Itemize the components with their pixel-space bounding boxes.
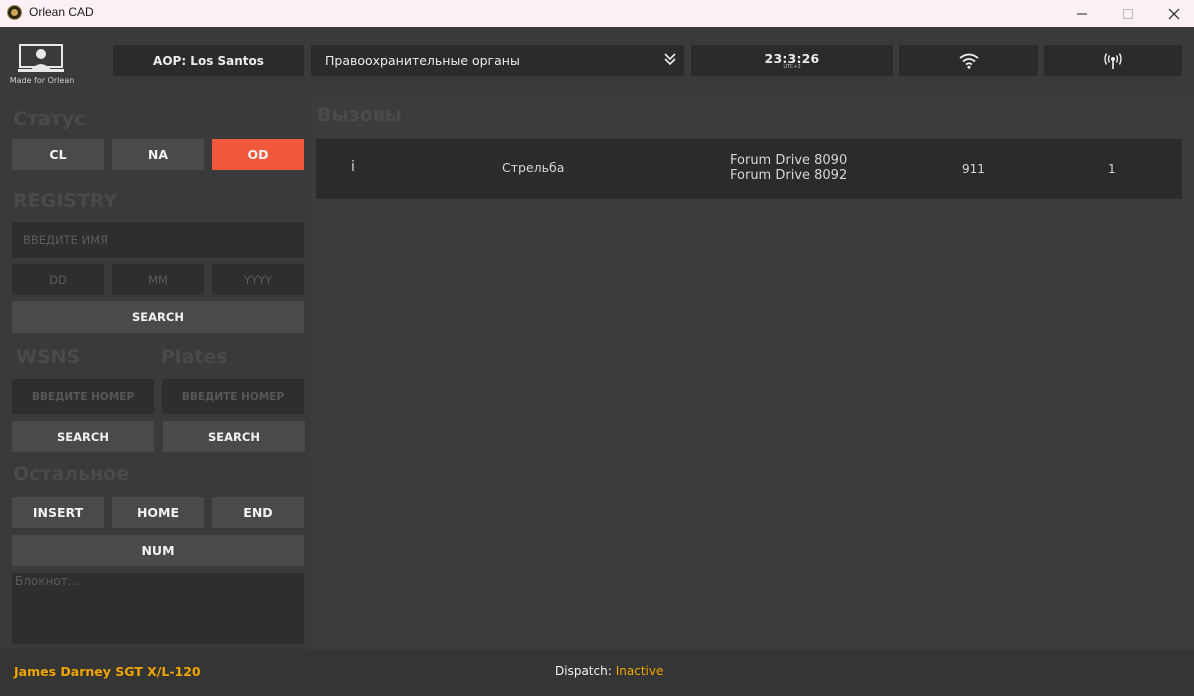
- wsns-title: WSNS: [16, 346, 81, 368]
- call-address-1: Forum Drive 8090: [730, 153, 848, 168]
- close-icon: [1168, 8, 1180, 19]
- plates-number-input[interactable]: ВВЕДИТЕ НОМЕР: [162, 379, 304, 414]
- window-titlebar: Orlean CAD: [0, 0, 1194, 27]
- call-info-icon[interactable]: i: [351, 159, 355, 175]
- num-key-button[interactable]: NUM: [12, 535, 304, 566]
- department-label: Правоохранительные органы: [325, 53, 520, 68]
- call-type: Стрельба: [502, 160, 565, 175]
- insert-key-button[interactable]: INSERT: [12, 497, 104, 528]
- app-logo-icon: [7, 5, 22, 20]
- notepad-textarea[interactable]: Блокнот...: [12, 573, 304, 644]
- clock-display: 23:3:26 UTC+3: [691, 45, 893, 76]
- dispatch-label: Dispatch:: [555, 664, 612, 678]
- window-title: Orlean CAD: [29, 5, 94, 19]
- aop-display: AOP: Los Santos: [113, 45, 304, 76]
- name-input[interactable]: ВВЕДИТЕ ИМЯ: [12, 222, 304, 258]
- minimize-button[interactable]: [1059, 0, 1105, 27]
- radio-tower-icon: [1104, 52, 1122, 69]
- clock-timezone: UTC+3: [783, 64, 801, 70]
- plates-search-button[interactable]: SEARCH: [163, 421, 305, 452]
- registry-title: REGISTRY: [13, 190, 118, 212]
- wsns-search-button[interactable]: SEARCH: [12, 421, 154, 452]
- close-button[interactable]: [1151, 0, 1194, 27]
- connection-status[interactable]: [899, 45, 1038, 76]
- maximize-button[interactable]: [1105, 0, 1151, 27]
- status-od-button[interactable]: OD: [212, 139, 304, 170]
- double-chevron-down-icon: [664, 52, 676, 70]
- call-code: 911: [962, 162, 985, 176]
- dob-year-input[interactable]: YYYY: [212, 264, 304, 295]
- dob-day-input[interactable]: DD: [12, 264, 104, 295]
- registry-search-button[interactable]: SEARCH: [12, 301, 304, 333]
- status-cl-button[interactable]: CL: [12, 139, 104, 170]
- dispatch-status: Dispatch: Inactive: [555, 664, 663, 678]
- dob-month-input[interactable]: MM: [112, 264, 204, 295]
- other-title: Остальное: [13, 463, 130, 485]
- call-address-2: Forum Drive 8092: [730, 168, 848, 183]
- officer-name: James Darney SGT X/L-120: [14, 664, 201, 679]
- status-na-button[interactable]: NA: [112, 139, 204, 170]
- status-title: Статус: [13, 108, 86, 130]
- wsns-number-input[interactable]: ВВЕДИТЕ НОМЕР: [12, 379, 154, 414]
- minimize-icon: [1077, 13, 1087, 14]
- end-key-button[interactable]: END: [212, 497, 304, 528]
- dispatch-value: Inactive: [615, 664, 664, 678]
- logo-caption: Made for Orlean: [9, 76, 75, 85]
- plates-title: Plates: [161, 346, 228, 368]
- call-row[interactable]: i Стрельба Forum Drive 8090 Forum Drive …: [316, 139, 1182, 199]
- home-key-button[interactable]: HOME: [112, 497, 204, 528]
- maximize-icon: [1123, 8, 1133, 19]
- department-select[interactable]: Правоохранительные органы: [311, 45, 684, 76]
- radio-status[interactable]: [1044, 45, 1182, 76]
- call-units: 1: [1108, 162, 1116, 176]
- wifi-icon: [958, 53, 979, 69]
- dispatcher-logo-icon: [18, 44, 64, 72]
- calls-title: Вызовы: [317, 104, 402, 126]
